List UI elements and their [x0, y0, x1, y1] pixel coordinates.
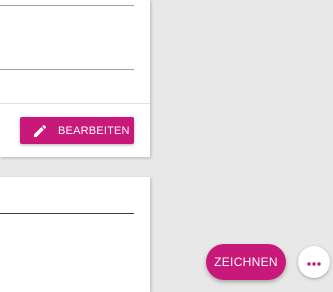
pencil-icon: [32, 123, 48, 139]
field-underline: [0, 213, 134, 214]
content-card: [0, 177, 150, 292]
more-horizontal-icon: [307, 253, 321, 271]
more-options-button[interactable]: [298, 246, 330, 278]
card-divider: [0, 103, 150, 104]
edit-button[interactable]: BEARBEITEN: [20, 117, 134, 144]
field-underline: [0, 69, 134, 70]
draw-button[interactable]: ZEICHNEN: [206, 244, 286, 280]
edit-card: BEARBEITEN: [0, 0, 150, 157]
field-underline: [0, 5, 134, 6]
edit-button-label: BEARBEITEN: [58, 124, 130, 137]
draw-button-label: ZEICHNEN: [214, 255, 278, 269]
